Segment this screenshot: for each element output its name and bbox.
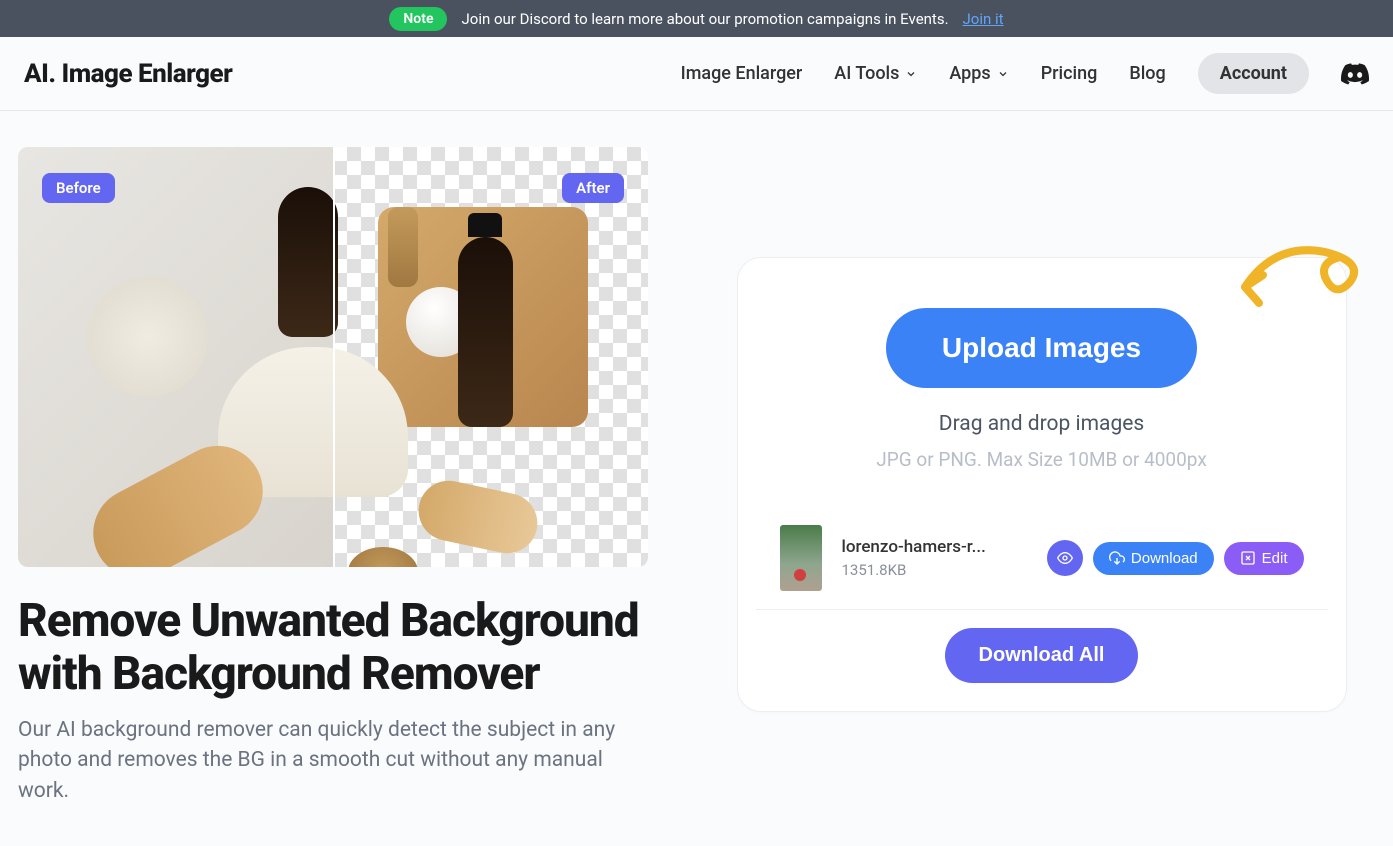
discord-icon[interactable] xyxy=(1341,63,1369,85)
main-content: Before After Remove Unwanted Background … xyxy=(0,111,1393,846)
nav-image-enlarger[interactable]: Image Enlarger xyxy=(681,63,803,84)
cloud-download-icon xyxy=(1109,550,1125,566)
eye-icon xyxy=(1057,550,1073,566)
logo[interactable]: AI. Image Enlarger xyxy=(24,59,232,89)
note-join-link[interactable]: Join it xyxy=(963,10,1004,28)
chevron-down-icon xyxy=(905,68,917,80)
header: AI. Image Enlarger Image Enlarger AI Too… xyxy=(0,37,1393,111)
drag-drop-text: Drag and drop images xyxy=(756,412,1328,436)
nav-blog[interactable]: Blog xyxy=(1129,63,1165,84)
product-bottle xyxy=(278,187,338,337)
edit-icon xyxy=(1240,550,1256,566)
note-text: Join our Discord to learn more about our… xyxy=(461,10,948,28)
nav: Image Enlarger AI Tools Apps Pricing Blo… xyxy=(681,53,1369,94)
file-actions: Download Edit xyxy=(1047,540,1304,576)
nav-apps[interactable]: Apps xyxy=(949,63,1008,84)
right-column: Upload Images Drag and drop images JPG o… xyxy=(708,147,1375,806)
download-all-button[interactable]: Download All xyxy=(945,628,1139,683)
before-badge: Before xyxy=(42,173,115,203)
chevron-down-icon xyxy=(997,68,1009,80)
edit-label: Edit xyxy=(1262,550,1288,567)
hero-description: Our AI background remover can quickly de… xyxy=(18,715,628,806)
file-row: lorenzo-hamers-r... 1351.8KB Download Ed… xyxy=(756,517,1328,610)
edit-button[interactable]: Edit xyxy=(1224,542,1304,575)
note-badge: Note xyxy=(389,7,447,31)
arrow-decoration-icon xyxy=(1235,227,1385,327)
nav-pricing[interactable]: Pricing xyxy=(1041,63,1098,84)
product-loofah xyxy=(88,277,208,397)
product-pump-bottle xyxy=(458,237,513,427)
preview-button[interactable] xyxy=(1047,540,1083,576)
download-button[interactable]: Download xyxy=(1093,542,1214,575)
file-thumbnail[interactable] xyxy=(780,525,822,591)
note-bar: Note Join our Discord to learn more abou… xyxy=(0,0,1393,37)
upload-button[interactable]: Upload Images xyxy=(886,308,1197,388)
after-badge: After xyxy=(562,173,624,203)
nav-account[interactable]: Account xyxy=(1198,53,1309,94)
left-column: Before After Remove Unwanted Background … xyxy=(18,147,648,806)
file-info: lorenzo-hamers-r... 1351.8KB xyxy=(842,537,1027,579)
file-name: lorenzo-hamers-r... xyxy=(842,537,1027,557)
compare-divider[interactable] xyxy=(333,147,335,567)
nav-apps-label: Apps xyxy=(949,63,990,84)
upload-spec-text: JPG or PNG. Max Size 10MB or 4000px xyxy=(756,448,1328,471)
nav-ai-tools[interactable]: AI Tools xyxy=(834,63,917,84)
download-label: Download xyxy=(1131,550,1198,567)
hero-title: Remove Unwanted Background with Backgrou… xyxy=(18,595,648,701)
product-small-bottle xyxy=(388,207,418,287)
file-size: 1351.8KB xyxy=(842,561,1027,579)
compare-image: Before After xyxy=(18,147,648,567)
nav-ai-tools-label: AI Tools xyxy=(834,63,899,84)
